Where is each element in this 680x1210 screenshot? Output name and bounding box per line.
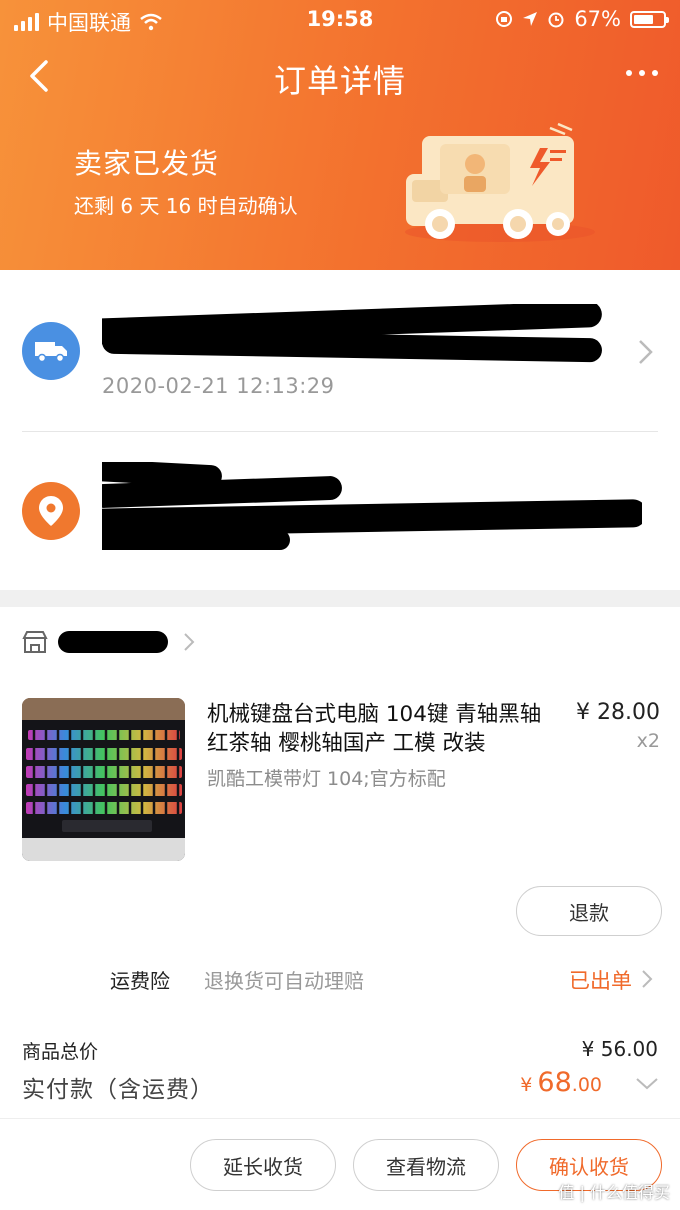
- battery-icon: [630, 10, 669, 28]
- delivery-truck-illustration: [405, 122, 595, 242]
- shipping-insurance-description: 退换货可自动理赔: [204, 969, 364, 993]
- store-icon: [22, 631, 48, 653]
- logistics-timestamp: 2020-02-21 12:13:29: [102, 374, 335, 398]
- product-price: ¥ 28.00: [576, 700, 660, 725]
- alarm-icon: [548, 12, 564, 28]
- truck-icon: [22, 322, 80, 380]
- status-bar: 中国联通 19:58 67%: [0, 0, 680, 38]
- auto-confirm-countdown: 还剩 6 天 16 时自动确认: [74, 194, 298, 218]
- shipping-status: 卖家已发货: [74, 147, 220, 180]
- watermark: 值 | 什么值得买: [558, 1183, 670, 1202]
- view-logistics-button[interactable]: 查看物流: [353, 1139, 499, 1191]
- goods-total-value: ¥ 56.00: [581, 1037, 658, 1061]
- chevron-down-icon[interactable]: [634, 1076, 660, 1092]
- chevron-right-icon[interactable]: [640, 968, 654, 990]
- product-sku: 凯酷工模带灯 104;官方标配: [207, 768, 446, 790]
- currency-symbol: ¥: [520, 1074, 533, 1096]
- amount-paid-value: ¥ 68.00: [520, 1067, 602, 1098]
- redaction-mark: [102, 530, 290, 550]
- chevron-right-icon: [184, 633, 195, 651]
- battery-percent: 67%: [574, 7, 621, 31]
- amount-paid-label: 实付款（含运费）: [22, 1077, 214, 1103]
- refund-button[interactable]: 退款: [516, 886, 662, 936]
- product-quantity: x2: [636, 730, 660, 752]
- shop-header[interactable]: [22, 630, 196, 654]
- amount-integer: 68: [537, 1067, 572, 1098]
- location-arrow-icon: [523, 12, 538, 26]
- nav-bar: 订单详情: [0, 52, 680, 102]
- keyboard-photo: [22, 698, 185, 861]
- shipping-insurance-label: 运费险: [110, 969, 170, 993]
- product-thumbnail[interactable]: [22, 698, 185, 861]
- order-items-card: [0, 607, 680, 1118]
- chevron-right-icon[interactable]: [636, 337, 656, 367]
- redaction-mark: [58, 631, 168, 653]
- goods-total-label: 商品总价: [22, 1041, 99, 1063]
- logistics-latest-update[interactable]: [102, 304, 612, 364]
- extend-receipt-button[interactable]: 延长收货: [190, 1139, 336, 1191]
- page-title: 订单详情: [273, 62, 406, 100]
- divider: [22, 431, 658, 432]
- shipping-address: [102, 462, 642, 557]
- rotation-lock-icon: [496, 11, 513, 27]
- more-options-icon[interactable]: [626, 70, 658, 76]
- amount-decimal: .00: [571, 1074, 602, 1096]
- order-status-header: 中国联通 19:58 67% 订单详情 卖家已发货 还剩 6 天 16 时自动确…: [0, 0, 680, 270]
- product-title[interactable]: 机械键盘台式电脑 104键 青轴黑轴红茶轴 樱桃轴国产 工模 改装: [207, 700, 557, 758]
- location-pin-icon: [22, 482, 80, 540]
- shipping-insurance-status[interactable]: 已出单: [569, 965, 632, 995]
- redaction-mark: [102, 329, 603, 363]
